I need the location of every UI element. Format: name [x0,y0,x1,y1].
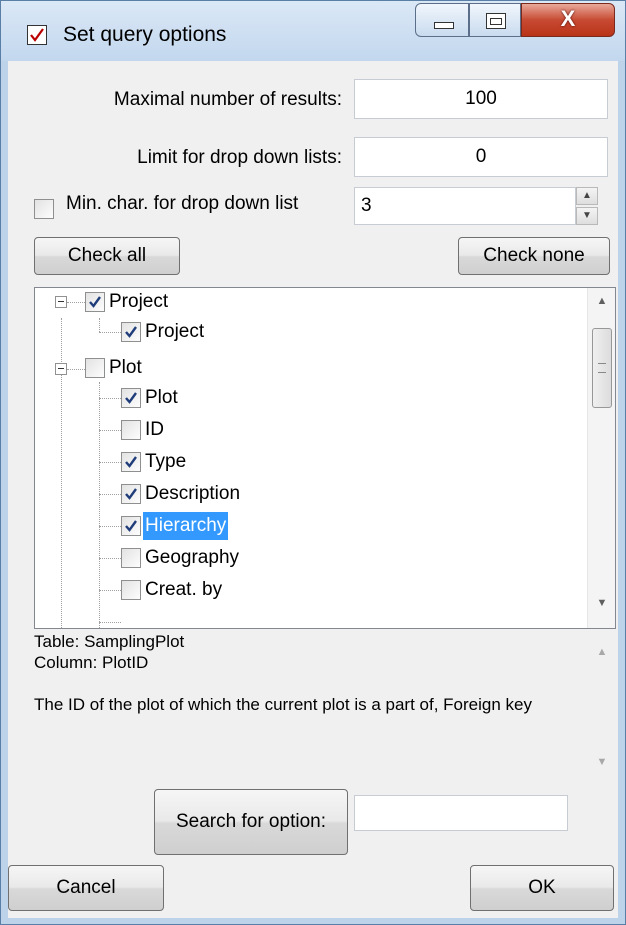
tree-node-label[interactable]: ID [143,416,166,444]
tree-node[interactable]: Type [121,448,188,476]
min-char-label: Min. char. for drop down list [66,193,299,214]
title-bar[interactable]: Set query options X [1,1,625,61]
grip-icon [598,363,606,373]
check-mark-icon [125,488,137,500]
tree-line [99,318,100,332]
scroll-thumb[interactable] [592,328,612,408]
minimize-icon [434,22,454,29]
dialog-client: Maximal number of results: 100 Limit for… [8,61,618,918]
tree-node-label[interactable]: Project [107,288,170,316]
tree-line [99,462,121,463]
tree-node-label[interactable]: Geography [143,544,241,572]
tree-node-label[interactable]: Plot [107,354,144,382]
cancel-button[interactable]: Cancel [8,865,164,911]
tree-node[interactable]: Plot [85,354,144,382]
dropdown-limit-label: Limit for drop down lists: [137,147,342,168]
tree-line [99,590,121,591]
spin-down-icon[interactable]: ▼ [576,207,598,225]
description-column: Column: PlotID [34,653,149,672]
min-char-input[interactable]: 3 [354,187,576,225]
tree-line [99,558,121,559]
options-tree[interactable]: Project Project Plot Plot ID Type Description H… [34,287,616,629]
tree-scrollbar[interactable]: ▲ ▼ [587,288,615,628]
description-text: The ID of the plot of which the current … [34,695,532,714]
max-results-label: Maximal number of results: [113,89,342,110]
tree-node-label[interactable]: Project [143,318,206,346]
check-mark-icon [125,392,137,404]
scroll-up-icon[interactable]: ▲ [588,639,616,665]
tree-node-label[interactable]: Plot [143,384,180,412]
collapse-icon[interactable] [55,363,67,375]
minimize-button[interactable] [415,3,469,37]
check-mark-icon [125,326,137,338]
tree-node[interactable]: ID [121,416,166,444]
tree-node[interactable]: Creat. by [121,576,224,604]
maximize-button[interactable] [469,3,521,37]
tree-node-checkbox[interactable] [121,452,141,472]
tree-node-checkbox[interactable] [121,484,141,504]
description-panel: Table: SamplingPlot Column: PlotID The I… [34,631,616,777]
spin-up-icon[interactable]: ▲ [576,187,598,205]
ok-button[interactable]: OK [470,865,614,911]
tree-node[interactable]: Project [85,288,170,316]
tree-node-checkbox[interactable] [121,388,141,408]
check-mark-icon [89,296,101,308]
window-title: Set query options [63,23,227,46]
dialog-window: Set query options X Maximal number of re… [0,0,626,925]
min-char-checkbox[interactable] [34,199,54,219]
scroll-up-icon[interactable]: ▲ [588,288,615,314]
caption-buttons: X [415,3,615,39]
check-none-button[interactable]: Check none [458,237,610,275]
tree-node-label[interactable]: Type [143,448,188,476]
close-button[interactable]: X [521,3,615,37]
description-table: Table: SamplingPlot [34,632,185,651]
tree-node[interactable]: Description [121,480,242,508]
tree-line [99,494,121,495]
maximize-icon [486,13,506,29]
tree-line [67,302,85,303]
tree-line [99,332,121,333]
check-mark-icon [125,456,137,468]
tree-node[interactable]: Hierarchy [121,512,229,540]
tree-line [67,369,85,370]
tree-node-label[interactable]: Creat. by [143,576,224,604]
tree-node-checkbox[interactable] [121,420,141,440]
dropdown-limit-input[interactable]: 0 [354,137,608,177]
tree-line [99,526,121,527]
tree-node-checkbox[interactable] [121,322,141,342]
search-option-input[interactable] [354,795,568,831]
app-check-icon [27,25,47,45]
tree-node-checkbox[interactable] [121,580,141,600]
tree-node-checkbox[interactable] [85,292,105,312]
check-all-button[interactable]: Check all [34,237,180,275]
tree-node[interactable]: Geography [121,544,241,572]
collapse-icon[interactable] [55,296,67,308]
check-mark-icon [125,520,137,532]
search-option-button[interactable]: Search for option: [154,789,348,855]
tree-line [99,430,121,431]
tree-node-label[interactable]: Hierarchy [143,512,229,540]
tree-line [99,622,121,623]
tree-line [99,398,121,399]
tree-node-checkbox[interactable] [121,516,141,536]
tree-node[interactable]: Project [121,318,206,346]
min-char-spinner[interactable]: ▲ ▼ [576,187,598,225]
tree-line [99,382,100,628]
tree-node-checkbox[interactable] [85,358,105,378]
max-results-input[interactable]: 100 [354,79,608,119]
tree-node-checkbox[interactable] [121,548,141,568]
tree-node-label[interactable]: Description [143,480,242,508]
close-icon: X [560,6,576,31]
tree-node[interactable]: Plot [121,384,180,412]
scroll-down-icon[interactable]: ▼ [588,749,616,775]
description-scrollbar[interactable]: ▲ ▼ [588,631,616,777]
scroll-down-icon[interactable]: ▼ [588,590,615,616]
